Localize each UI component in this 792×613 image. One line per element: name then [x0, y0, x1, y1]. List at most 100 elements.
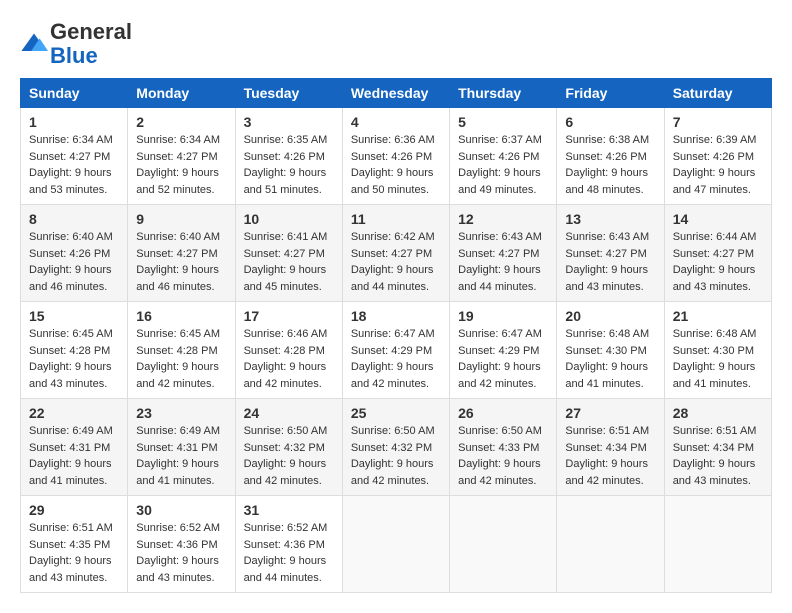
cell-info: Sunrise: 6:46 AM Sunset: 4:28 PM Dayligh…	[244, 326, 334, 392]
week-row-1: 1 Sunrise: 6:34 AM Sunset: 4:27 PM Dayli…	[21, 108, 772, 205]
calendar-cell: 11 Sunrise: 6:42 AM Sunset: 4:27 PM Dayl…	[342, 205, 449, 302]
logo-text: General Blue	[50, 20, 132, 68]
cell-info: Sunrise: 6:49 AM Sunset: 4:31 PM Dayligh…	[29, 423, 119, 489]
col-header-thursday: Thursday	[450, 79, 557, 108]
calendar-cell: 31 Sunrise: 6:52 AM Sunset: 4:36 PM Dayl…	[235, 496, 342, 593]
cell-info: Sunrise: 6:38 AM Sunset: 4:26 PM Dayligh…	[565, 132, 655, 198]
cell-info: Sunrise: 6:43 AM Sunset: 4:27 PM Dayligh…	[458, 229, 548, 295]
calendar-cell	[664, 496, 771, 593]
day-number: 8	[29, 211, 119, 227]
day-number: 12	[458, 211, 548, 227]
week-row-4: 22 Sunrise: 6:49 AM Sunset: 4:31 PM Dayl…	[21, 399, 772, 496]
page-header: General Blue	[20, 20, 772, 68]
cell-info: Sunrise: 6:50 AM Sunset: 4:33 PM Dayligh…	[458, 423, 548, 489]
day-number: 29	[29, 502, 119, 518]
col-header-friday: Friday	[557, 79, 664, 108]
calendar-cell: 2 Sunrise: 6:34 AM Sunset: 4:27 PM Dayli…	[128, 108, 235, 205]
calendar-cell: 5 Sunrise: 6:37 AM Sunset: 4:26 PM Dayli…	[450, 108, 557, 205]
cell-info: Sunrise: 6:50 AM Sunset: 4:32 PM Dayligh…	[351, 423, 441, 489]
day-number: 31	[244, 502, 334, 518]
cell-info: Sunrise: 6:47 AM Sunset: 4:29 PM Dayligh…	[458, 326, 548, 392]
day-number: 3	[244, 114, 334, 130]
day-number: 11	[351, 211, 441, 227]
cell-info: Sunrise: 6:47 AM Sunset: 4:29 PM Dayligh…	[351, 326, 441, 392]
cell-info: Sunrise: 6:52 AM Sunset: 4:36 PM Dayligh…	[136, 520, 226, 586]
calendar-cell: 19 Sunrise: 6:47 AM Sunset: 4:29 PM Dayl…	[450, 302, 557, 399]
calendar-cell: 24 Sunrise: 6:50 AM Sunset: 4:32 PM Dayl…	[235, 399, 342, 496]
calendar-cell: 9 Sunrise: 6:40 AM Sunset: 4:27 PM Dayli…	[128, 205, 235, 302]
calendar-cell: 7 Sunrise: 6:39 AM Sunset: 4:26 PM Dayli…	[664, 108, 771, 205]
day-number: 23	[136, 405, 226, 421]
calendar-cell: 20 Sunrise: 6:48 AM Sunset: 4:30 PM Dayl…	[557, 302, 664, 399]
cell-info: Sunrise: 6:51 AM Sunset: 4:34 PM Dayligh…	[565, 423, 655, 489]
calendar-header-row: SundayMondayTuesdayWednesdayThursdayFrid…	[21, 79, 772, 108]
calendar-table: SundayMondayTuesdayWednesdayThursdayFrid…	[20, 78, 772, 593]
day-number: 20	[565, 308, 655, 324]
calendar-cell: 29 Sunrise: 6:51 AM Sunset: 4:35 PM Dayl…	[21, 496, 128, 593]
calendar-cell: 12 Sunrise: 6:43 AM Sunset: 4:27 PM Dayl…	[450, 205, 557, 302]
calendar-cell: 27 Sunrise: 6:51 AM Sunset: 4:34 PM Dayl…	[557, 399, 664, 496]
day-number: 13	[565, 211, 655, 227]
calendar-cell: 6 Sunrise: 6:38 AM Sunset: 4:26 PM Dayli…	[557, 108, 664, 205]
day-number: 28	[673, 405, 763, 421]
cell-info: Sunrise: 6:36 AM Sunset: 4:26 PM Dayligh…	[351, 132, 441, 198]
calendar-cell: 22 Sunrise: 6:49 AM Sunset: 4:31 PM Dayl…	[21, 399, 128, 496]
day-number: 5	[458, 114, 548, 130]
day-number: 24	[244, 405, 334, 421]
day-number: 10	[244, 211, 334, 227]
day-number: 4	[351, 114, 441, 130]
calendar-cell: 14 Sunrise: 6:44 AM Sunset: 4:27 PM Dayl…	[664, 205, 771, 302]
week-row-5: 29 Sunrise: 6:51 AM Sunset: 4:35 PM Dayl…	[21, 496, 772, 593]
calendar-cell: 8 Sunrise: 6:40 AM Sunset: 4:26 PM Dayli…	[21, 205, 128, 302]
cell-info: Sunrise: 6:41 AM Sunset: 4:27 PM Dayligh…	[244, 229, 334, 295]
logo-icon	[20, 30, 48, 58]
calendar-cell: 4 Sunrise: 6:36 AM Sunset: 4:26 PM Dayli…	[342, 108, 449, 205]
day-number: 19	[458, 308, 548, 324]
cell-info: Sunrise: 6:51 AM Sunset: 4:35 PM Dayligh…	[29, 520, 119, 586]
calendar-cell: 3 Sunrise: 6:35 AM Sunset: 4:26 PM Dayli…	[235, 108, 342, 205]
calendar-cell: 10 Sunrise: 6:41 AM Sunset: 4:27 PM Dayl…	[235, 205, 342, 302]
day-number: 26	[458, 405, 548, 421]
cell-info: Sunrise: 6:50 AM Sunset: 4:32 PM Dayligh…	[244, 423, 334, 489]
day-number: 9	[136, 211, 226, 227]
day-number: 30	[136, 502, 226, 518]
day-number: 21	[673, 308, 763, 324]
col-header-tuesday: Tuesday	[235, 79, 342, 108]
calendar-cell: 26 Sunrise: 6:50 AM Sunset: 4:33 PM Dayl…	[450, 399, 557, 496]
cell-info: Sunrise: 6:51 AM Sunset: 4:34 PM Dayligh…	[673, 423, 763, 489]
day-number: 2	[136, 114, 226, 130]
cell-info: Sunrise: 6:42 AM Sunset: 4:27 PM Dayligh…	[351, 229, 441, 295]
calendar-cell: 21 Sunrise: 6:48 AM Sunset: 4:30 PM Dayl…	[664, 302, 771, 399]
calendar-cell: 23 Sunrise: 6:49 AM Sunset: 4:31 PM Dayl…	[128, 399, 235, 496]
col-header-monday: Monday	[128, 79, 235, 108]
cell-info: Sunrise: 6:40 AM Sunset: 4:27 PM Dayligh…	[136, 229, 226, 295]
calendar-cell: 15 Sunrise: 6:45 AM Sunset: 4:28 PM Dayl…	[21, 302, 128, 399]
cell-info: Sunrise: 6:35 AM Sunset: 4:26 PM Dayligh…	[244, 132, 334, 198]
calendar-cell	[450, 496, 557, 593]
day-number: 14	[673, 211, 763, 227]
col-header-sunday: Sunday	[21, 79, 128, 108]
cell-info: Sunrise: 6:39 AM Sunset: 4:26 PM Dayligh…	[673, 132, 763, 198]
calendar-cell: 18 Sunrise: 6:47 AM Sunset: 4:29 PM Dayl…	[342, 302, 449, 399]
day-number: 22	[29, 405, 119, 421]
day-number: 7	[673, 114, 763, 130]
day-number: 27	[565, 405, 655, 421]
day-number: 1	[29, 114, 119, 130]
logo: General Blue	[20, 20, 132, 68]
cell-info: Sunrise: 6:49 AM Sunset: 4:31 PM Dayligh…	[136, 423, 226, 489]
cell-info: Sunrise: 6:34 AM Sunset: 4:27 PM Dayligh…	[29, 132, 119, 198]
day-number: 17	[244, 308, 334, 324]
calendar-cell: 17 Sunrise: 6:46 AM Sunset: 4:28 PM Dayl…	[235, 302, 342, 399]
cell-info: Sunrise: 6:40 AM Sunset: 4:26 PM Dayligh…	[29, 229, 119, 295]
calendar-cell: 28 Sunrise: 6:51 AM Sunset: 4:34 PM Dayl…	[664, 399, 771, 496]
day-number: 25	[351, 405, 441, 421]
cell-info: Sunrise: 6:43 AM Sunset: 4:27 PM Dayligh…	[565, 229, 655, 295]
week-row-2: 8 Sunrise: 6:40 AM Sunset: 4:26 PM Dayli…	[21, 205, 772, 302]
calendar-cell: 30 Sunrise: 6:52 AM Sunset: 4:36 PM Dayl…	[128, 496, 235, 593]
cell-info: Sunrise: 6:44 AM Sunset: 4:27 PM Dayligh…	[673, 229, 763, 295]
day-number: 6	[565, 114, 655, 130]
calendar-cell: 16 Sunrise: 6:45 AM Sunset: 4:28 PM Dayl…	[128, 302, 235, 399]
day-number: 18	[351, 308, 441, 324]
cell-info: Sunrise: 6:48 AM Sunset: 4:30 PM Dayligh…	[673, 326, 763, 392]
cell-info: Sunrise: 6:48 AM Sunset: 4:30 PM Dayligh…	[565, 326, 655, 392]
